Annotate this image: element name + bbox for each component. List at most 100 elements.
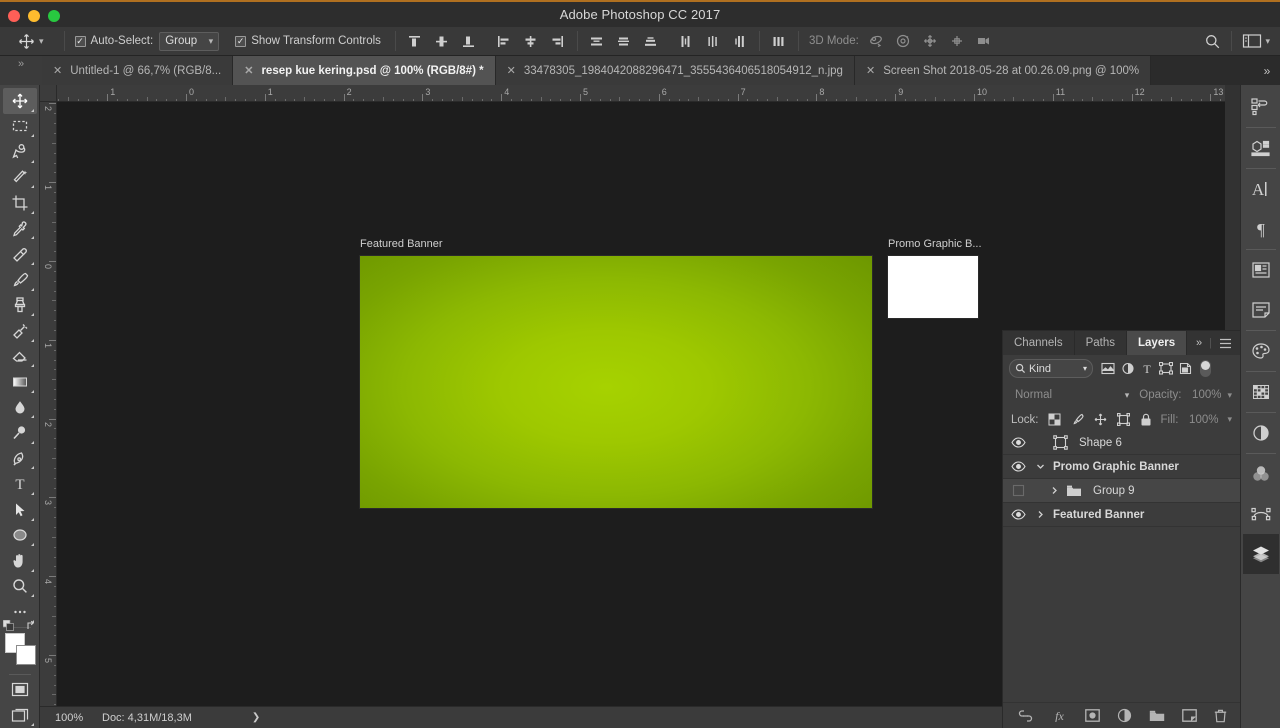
swatches-panel-icon[interactable] xyxy=(1243,372,1279,412)
tab-paths[interactable]: Paths xyxy=(1074,331,1128,355)
background-color-swatch[interactable] xyxy=(15,644,36,665)
layer-name[interactable]: Promo Graphic Banner xyxy=(1047,461,1179,473)
libraries-panel-icon[interactable] xyxy=(1243,250,1279,290)
3d-panel-icon[interactable] xyxy=(1243,128,1279,168)
zoom-level-field[interactable]: 100% xyxy=(40,712,102,724)
layer-name[interactable]: Shape 6 xyxy=(1073,437,1122,449)
history-panel-icon[interactable] xyxy=(1243,87,1279,127)
layer-visibility-icon[interactable] xyxy=(1003,437,1033,448)
expand-panels-icon[interactable]: » xyxy=(0,56,42,85)
auto-select-checkbox-group[interactable]: Auto-Select: xyxy=(74,35,153,47)
auto-select-scope-dropdown[interactable]: Group ▾ xyxy=(159,31,220,51)
healing-brush-tool[interactable] xyxy=(3,241,37,267)
crop-tool[interactable] xyxy=(3,190,37,216)
document-info[interactable]: Doc: 4,31M/18,3M ❯ xyxy=(102,712,260,724)
link-layers-icon[interactable] xyxy=(1017,709,1034,722)
align-bottom-edges-icon[interactable] xyxy=(460,32,478,50)
lock-position-icon[interactable] xyxy=(1094,413,1107,426)
collapse-panel-icon[interactable]: » xyxy=(1196,337,1202,349)
chevron-right-icon[interactable] xyxy=(1033,510,1047,519)
artboard-promo-graphic-banner[interactable] xyxy=(888,256,978,318)
type-tool[interactable]: T xyxy=(3,471,37,497)
channels-panel-icon[interactable] xyxy=(1243,454,1279,494)
align-vertical-centers-icon[interactable] xyxy=(433,32,451,50)
quick-mask-icon[interactable] xyxy=(3,677,37,703)
layers-panel-icon[interactable] xyxy=(1242,534,1279,574)
layer-filter-kind-dropdown[interactable]: Kind ▾ xyxy=(1009,359,1093,378)
chevron-down-icon[interactable]: ▾ xyxy=(1227,390,1232,401)
magic-wand-tool[interactable] xyxy=(3,165,37,191)
hand-tool[interactable] xyxy=(3,548,37,574)
roll-3d-icon[interactable] xyxy=(894,32,912,50)
active-tool-preset[interactable]: ▾ xyxy=(18,33,44,50)
show-transform-checkbox-group[interactable]: Show Transform Controls xyxy=(235,35,381,47)
add-layer-mask-icon[interactable] xyxy=(1084,709,1100,722)
layer-name[interactable]: Featured Banner xyxy=(1047,509,1144,521)
adjustment-layer-filter-icon[interactable] xyxy=(1121,362,1135,375)
new-layer-icon[interactable] xyxy=(1181,709,1197,722)
slide-3d-icon[interactable] xyxy=(948,32,966,50)
pan-3d-icon[interactable] xyxy=(921,32,939,50)
layer-row-featured-banner[interactable]: Featured Banner xyxy=(1003,503,1240,527)
close-window-button[interactable] xyxy=(8,9,20,22)
document-tab-1[interactable]: ✕ resep kue kering.psd @ 100% (RGB/8#) * xyxy=(233,56,496,85)
layer-row-group-9[interactable]: Group 9 xyxy=(1003,479,1240,503)
vertical-ruler[interactable]: 2101234567 xyxy=(40,102,57,706)
tab-layers[interactable]: Layers xyxy=(1127,331,1188,355)
lock-image-pixels-icon[interactable] xyxy=(1071,413,1084,426)
chevron-right-icon[interactable] xyxy=(1047,486,1061,495)
move-tool[interactable] xyxy=(2,88,37,114)
ruler-corner[interactable] xyxy=(40,85,57,102)
zoom-tool[interactable] xyxy=(3,574,37,600)
distribute-bottom-edges-icon[interactable] xyxy=(642,32,660,50)
blur-tool[interactable] xyxy=(3,395,37,421)
close-tab-icon[interactable]: ✕ xyxy=(866,64,875,77)
show-transform-checkbox[interactable] xyxy=(235,35,247,47)
layer-row-shape-6[interactable]: Shape 6 xyxy=(1003,431,1240,455)
align-right-edges-icon[interactable] xyxy=(549,32,567,50)
pen-tool[interactable] xyxy=(3,446,37,472)
gradient-tool[interactable] xyxy=(3,369,37,395)
opacity-value[interactable]: 100% xyxy=(1187,389,1221,401)
filter-toggle-icon[interactable] xyxy=(1200,360,1211,377)
distribute-right-edges-icon[interactable] xyxy=(731,32,749,50)
horizontal-ruler[interactable]: 2101234567891011121314151617 xyxy=(57,85,1225,102)
color-panel-icon[interactable] xyxy=(1243,331,1279,371)
orbit-3d-icon[interactable] xyxy=(867,32,885,50)
distribute-left-edges-icon[interactable] xyxy=(677,32,695,50)
artboard-label-promo-graphic-banner[interactable]: Promo Graphic B... xyxy=(888,238,982,250)
dodge-tool[interactable] xyxy=(3,420,37,446)
layer-visibility-icon[interactable] xyxy=(1003,484,1033,497)
align-left-edges-icon[interactable] xyxy=(495,32,513,50)
tab-channels[interactable]: Channels xyxy=(1003,331,1075,355)
delete-layer-icon[interactable] xyxy=(1214,709,1227,723)
search-icon[interactable] xyxy=(1203,32,1221,50)
paths-panel-icon[interactable] xyxy=(1243,494,1279,534)
swap-colors-icon[interactable] xyxy=(26,620,37,631)
history-brush-tool[interactable] xyxy=(3,318,37,344)
distribute-spacing-icon[interactable] xyxy=(770,32,788,50)
document-tab-0[interactable]: ✕ Untitled-1 @ 66,7% (RGB/8... xyxy=(42,56,234,85)
rectangular-marquee-tool[interactable] xyxy=(3,114,37,140)
chevron-down-icon[interactable]: ▾ xyxy=(1227,414,1232,425)
document-tab-3[interactable]: ✕ Screen Shot 2018-05-28 at 00.26.09.png… xyxy=(854,56,1152,85)
fill-value[interactable]: 100% xyxy=(1187,414,1218,426)
camera-3d-icon[interactable] xyxy=(975,32,993,50)
blend-mode-dropdown[interactable]: Normal ▾ xyxy=(1011,386,1133,405)
lock-all-icon[interactable] xyxy=(1140,413,1152,426)
path-selection-tool[interactable] xyxy=(3,497,37,523)
align-horizontal-centers-icon[interactable] xyxy=(522,32,540,50)
eraser-tool[interactable] xyxy=(3,344,37,370)
notes-panel-icon[interactable] xyxy=(1243,290,1279,330)
close-tab-icon[interactable]: ✕ xyxy=(244,64,253,77)
distribute-top-edges-icon[interactable] xyxy=(588,32,606,50)
layer-name[interactable]: Group 9 xyxy=(1087,485,1135,497)
pixel-layer-filter-icon[interactable] xyxy=(1101,362,1115,375)
close-tab-icon[interactable]: ✕ xyxy=(53,64,62,77)
maximize-window-button[interactable] xyxy=(48,9,60,22)
shape-layer-filter-icon[interactable] xyxy=(1159,362,1173,375)
lock-transparent-pixels-icon[interactable] xyxy=(1048,413,1061,426)
layer-visibility-icon[interactable] xyxy=(1003,509,1033,520)
close-tab-icon[interactable]: ✕ xyxy=(507,64,516,77)
document-tab-2[interactable]: ✕ 33478305_1984042088296471_355543640651… xyxy=(495,56,855,85)
